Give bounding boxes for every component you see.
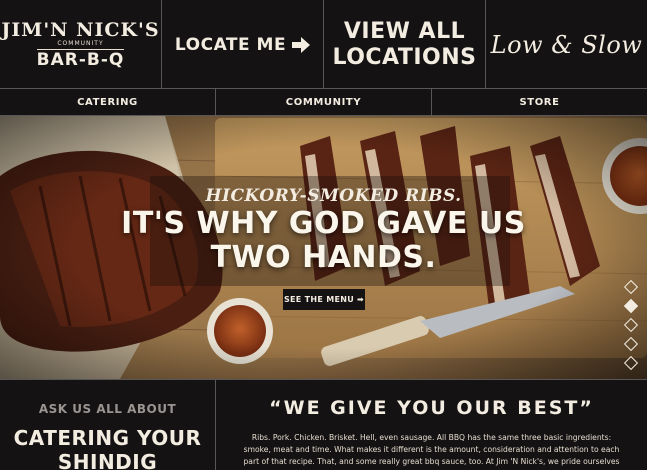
- site-header: JIM'N NICK'S COMMUNITY BAR-B-Q LOCATE ME…: [0, 0, 647, 89]
- about-quote: “WE GIVE YOU OUR BEST”: [269, 397, 594, 419]
- about-body: Ribs. Pork. Chicken. Brisket. Hell, even…: [243, 433, 620, 470]
- slide-dot[interactable]: [623, 336, 639, 352]
- slide-dot[interactable]: [623, 317, 639, 333]
- catering-kicker: ASK US ALL ABOUT: [38, 402, 177, 416]
- hero-headline-line2: TWO HANDS.: [210, 240, 437, 275]
- locate-me-button[interactable]: LOCATE ME: [162, 0, 324, 89]
- brand-logo[interactable]: JIM'N NICK'S COMMUNITY BAR-B-Q: [1, 18, 160, 70]
- view-all-line2: LOCATIONS: [332, 44, 477, 70]
- main-nav: CATERING COMMUNITY STORE: [0, 89, 647, 116]
- slide-dot[interactable]: [623, 355, 639, 371]
- logo-barbq: BAR-B-Q: [36, 48, 125, 70]
- catering-promo[interactable]: ASK US ALL ABOUT CATERING YOUR SHINDIG: [0, 380, 216, 470]
- see-the-menu-button[interactable]: SEE THE MENU ➡: [283, 289, 365, 310]
- slide-dot[interactable]: [623, 279, 639, 295]
- logo-wordmark: JIM'N NICK'S: [1, 18, 160, 41]
- arrow-right-icon: [292, 36, 311, 53]
- nav-item-store[interactable]: STORE: [432, 89, 647, 115]
- catering-title-line1: CATERING YOUR: [13, 426, 202, 450]
- see-the-menu-label: SEE THE MENU: [283, 295, 355, 304]
- tagline-cell: Low & Slow: [486, 0, 647, 89]
- hero-slider: HICKORY-SMOKED RIBS. IT'S WHY GOD GAVE U…: [0, 116, 647, 379]
- logo-community: COMMUNITY: [57, 39, 104, 47]
- tagline: Low & Slow: [490, 30, 643, 59]
- hero-headline-line1: IT'S WHY GOD GAVE US: [121, 206, 526, 241]
- view-all-locations-button[interactable]: VIEW ALL LOCATIONS: [324, 0, 486, 89]
- catering-title-line2: SHINDIG: [57, 450, 158, 470]
- arrow-right-icon: ➡: [357, 295, 365, 304]
- content-section: ASK US ALL ABOUT CATERING YOUR SHINDIG “…: [0, 379, 647, 470]
- nav-item-community[interactable]: COMMUNITY: [216, 89, 432, 115]
- nav-item-catering[interactable]: CATERING: [0, 89, 216, 115]
- slide-dot-active[interactable]: [623, 298, 639, 314]
- slider-pagination: [623, 279, 639, 377]
- locate-me-label: LOCATE ME: [174, 34, 287, 55]
- view-all-line1: VIEW ALL: [343, 18, 466, 44]
- logo-cell[interactable]: JIM'N NICK'S COMMUNITY BAR-B-Q: [0, 0, 162, 89]
- about-section: “WE GIVE YOU OUR BEST” Ribs. Pork. Chick…: [216, 380, 647, 470]
- hero-kicker: HICKORY-SMOKED RIBS.: [205, 186, 462, 206]
